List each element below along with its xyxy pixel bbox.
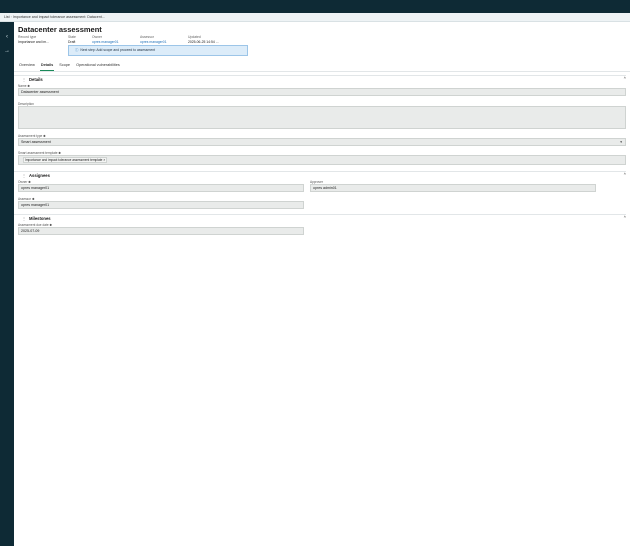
chevron-down-icon: ▾ — [620, 140, 622, 144]
assignees-section-divider — [14, 171, 626, 172]
arrow-right-icon[interactable]: → — [3, 47, 11, 55]
description-textarea[interactable] — [18, 106, 626, 129]
due-date-input[interactable]: 2025-07-09 — [18, 227, 304, 235]
tab-scope[interactable]: Scope — [58, 62, 71, 71]
breadcrumb: List›Importance and impact tolerance ass… — [0, 13, 630, 22]
breadcrumb-current: Importance and impact tolerance assessme… — [12, 15, 105, 19]
meta-record-type: Record type Importance and im... — [18, 35, 49, 44]
tab-operational-vulnerabilities[interactable]: Operational vulnerabilities — [75, 62, 121, 71]
left-sidebar: ‹ → — [0, 13, 14, 546]
template-field[interactable]: Importance and impact tolerance assessme… — [18, 155, 626, 165]
meta-state: State Draft — [68, 35, 76, 44]
name-input[interactable]: Datacenter assessment — [18, 88, 626, 96]
collapse-chevron-icon[interactable]: ˄ — [624, 171, 626, 176]
milestones-section-title: Milestones — [29, 216, 51, 221]
assessment-type-select[interactable]: Smart assessment ▾ — [18, 138, 626, 146]
chevron-left-icon[interactable]: ‹ — [3, 33, 11, 41]
tab-overview[interactable]: Overview — [18, 62, 36, 71]
main-content: Datacenter assessment Record type Import… — [14, 22, 630, 546]
owner-input[interactable]: opres manager01 — [18, 184, 304, 192]
meta-updated: Updated 2025-06-25 14:54 ... — [188, 35, 219, 44]
remove-chip-icon[interactable]: × — [103, 158, 105, 162]
section-menu-icon[interactable]: ⋮ — [22, 173, 26, 178]
next-step-banner: ⓘ Next step: Add scope and proceed to ass… — [68, 45, 248, 56]
assessment-type-value: Smart assessment — [21, 140, 51, 144]
section-menu-icon[interactable]: ⋮ — [22, 216, 26, 221]
collapse-chevron-icon[interactable]: ˄ — [624, 75, 626, 80]
assessor-input[interactable]: opres manager01 — [18, 201, 304, 209]
meta-value: Importance and im... — [18, 39, 49, 44]
breadcrumb-root-link[interactable]: List — [4, 15, 10, 19]
page-title: Datacenter assessment — [18, 25, 102, 34]
tab-bar: Overview Details Scope Operational vulne… — [18, 62, 125, 71]
tab-divider — [14, 71, 630, 72]
meta-assessor-link[interactable]: opres manager01 — [140, 40, 167, 45]
details-section-divider — [14, 75, 626, 76]
approver-input[interactable]: opres admin01 — [310, 184, 596, 192]
meta-owner: Owner opres manager01 — [92, 35, 119, 44]
info-icon: ⓘ — [75, 48, 79, 52]
milestones-section-divider — [14, 214, 626, 215]
template-chip[interactable]: Importance and impact tolerance assessme… — [23, 157, 108, 163]
details-section-title: Details — [29, 77, 43, 82]
meta-value: Draft — [68, 39, 76, 44]
meta-label: State — [68, 35, 76, 39]
section-menu-icon[interactable]: ⋮ — [22, 77, 26, 82]
collapse-chevron-icon[interactable]: ˄ — [624, 214, 626, 219]
tab-details[interactable]: Details — [39, 62, 55, 71]
next-step-text: Next step: Add scope and proceed to asse… — [80, 48, 156, 52]
assignees-section-title: Assignees — [29, 173, 50, 178]
top-navigation-bar — [0, 0, 630, 13]
meta-assessor: Assessor opres manager01 — [140, 35, 167, 44]
meta-value: 2025-06-25 14:54 ... — [188, 39, 219, 44]
meta-owner-link[interactable]: opres manager01 — [92, 40, 119, 45]
